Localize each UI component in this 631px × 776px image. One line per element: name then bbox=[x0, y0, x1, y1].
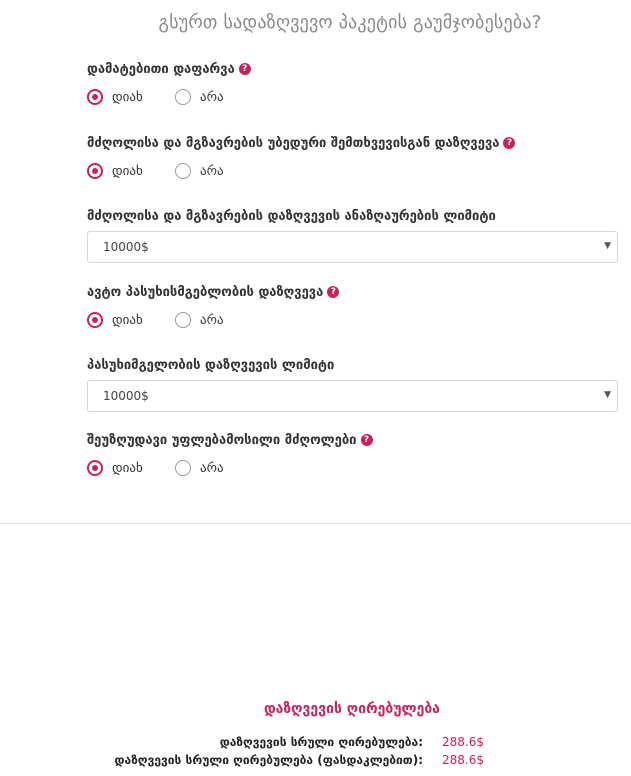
question-liability-insurance: ავტო პასუხისმგებლობის დაზღვევა ? დიახ არ… bbox=[87, 283, 340, 332]
help-icon[interactable]: ? bbox=[503, 137, 516, 149]
section-divider bbox=[0, 523, 631, 524]
radio-no[interactable]: არა bbox=[175, 163, 224, 179]
radio-group: დიახ არა bbox=[87, 163, 515, 183]
cost-title: დაზღვევის ღირებულება bbox=[263, 701, 441, 717]
question-label: მძღოლისა და მგზავრების დაზღვევის ანაზღაუ… bbox=[87, 208, 496, 224]
question-label: შეუზღუდავი უფლებამოსილი მძღოლები bbox=[87, 432, 357, 448]
radio-label: არა bbox=[200, 460, 224, 476]
page-title: გსურთ სადაზღვევო პაკეტის გაუმჯობესება? bbox=[158, 12, 542, 33]
question-label: ავტო პასუხისმგებლობის დაზღვევა bbox=[87, 284, 324, 300]
select-value: 10000$ bbox=[103, 389, 149, 403]
radio-checked-icon[interactable] bbox=[87, 89, 103, 105]
radio-label: არა bbox=[200, 312, 224, 328]
chevron-down-icon[interactable]: ▼ bbox=[604, 241, 611, 251]
radio-yes[interactable]: დიახ bbox=[87, 312, 143, 328]
radio-checked-icon[interactable] bbox=[87, 312, 103, 328]
cost-row-discounted: დაზღვევის სრული ღირებულება (ფასდაკლებით)… bbox=[0, 753, 631, 771]
question-accident-insurance: მძღოლისა და მგზავრების უბედური შემთხვევი… bbox=[87, 134, 516, 183]
question-accident-limit: მძღოლისა და მგზავრების დაზღვევის ანაზღაუ… bbox=[87, 207, 496, 225]
help-icon[interactable]: ? bbox=[327, 286, 340, 298]
radio-label: დიახ bbox=[112, 89, 143, 105]
question-additional-coverage: დამატებითი დაფარვა ? დიახ არა bbox=[87, 60, 251, 109]
radio-group: დიახ არა bbox=[87, 89, 251, 109]
radio-label: დიახ bbox=[112, 312, 143, 328]
radio-label: არა bbox=[200, 89, 224, 105]
radio-yes[interactable]: დიახ bbox=[87, 163, 143, 179]
question-label: პასუხიმგელობის დაზღვევის ლიმიტი bbox=[87, 357, 335, 373]
chevron-down-icon[interactable]: ▼ bbox=[604, 390, 611, 400]
radio-unchecked-icon[interactable] bbox=[175, 460, 191, 476]
help-icon[interactable]: ? bbox=[238, 63, 251, 75]
question-label: დამატებითი დაფარვა bbox=[87, 61, 235, 77]
radio-label: დიახ bbox=[112, 460, 143, 476]
cost-label: დაზღვევის სრული ღირებულება: bbox=[219, 735, 423, 749]
question-label: მძღოლისა და მგზავრების უბედური შემთხვევი… bbox=[87, 135, 500, 151]
radio-no[interactable]: არა bbox=[175, 460, 224, 476]
radio-checked-icon[interactable] bbox=[87, 460, 103, 476]
cost-label: დაზღვევის სრული ღირებულება (ფასდაკლებით)… bbox=[114, 753, 423, 767]
cost-row-total: დაზღვევის სრული ღირებულება: 288.6$ bbox=[0, 735, 631, 753]
radio-label: დიახ bbox=[112, 163, 143, 179]
cost-value: 288.6$ bbox=[442, 735, 484, 749]
cost-value: 288.6$ bbox=[442, 753, 484, 767]
question-liability-limit: პასუხიმგელობის დაზღვევის ლიმიტი bbox=[87, 356, 334, 374]
radio-group: დიახ არა bbox=[87, 312, 339, 332]
accident-limit-select[interactable]: 10000$ ▼ bbox=[87, 231, 618, 263]
radio-label: არა bbox=[200, 163, 224, 179]
radio-checked-icon[interactable] bbox=[87, 163, 103, 179]
radio-yes[interactable]: დიახ bbox=[87, 89, 143, 105]
radio-no[interactable]: არა bbox=[175, 89, 224, 105]
radio-group: დიახ არა bbox=[87, 460, 373, 480]
liability-limit-select[interactable]: 10000$ ▼ bbox=[87, 380, 618, 412]
question-unlimited-drivers: შეუზღუდავი უფლებამოსილი მძღოლები ? დიახ … bbox=[87, 431, 373, 480]
insurance-upgrade-page: გსურთ სადაზღვევო პაკეტის გაუმჯობესება? დ… bbox=[0, 0, 631, 776]
select-value: 10000$ bbox=[103, 240, 149, 254]
radio-unchecked-icon[interactable] bbox=[175, 312, 191, 328]
help-icon[interactable]: ? bbox=[360, 434, 373, 446]
radio-unchecked-icon[interactable] bbox=[175, 89, 191, 105]
radio-unchecked-icon[interactable] bbox=[175, 163, 191, 179]
radio-yes[interactable]: დიახ bbox=[87, 460, 143, 476]
radio-no[interactable]: არა bbox=[175, 312, 224, 328]
